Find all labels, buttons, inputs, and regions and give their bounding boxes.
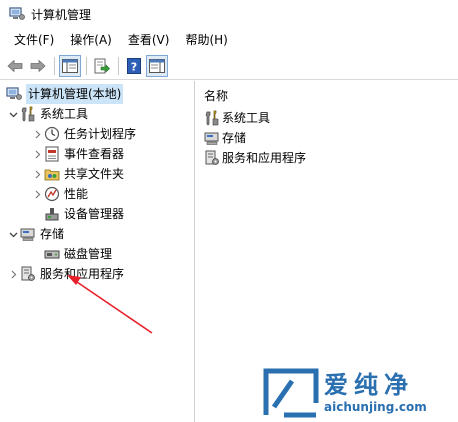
forward-button[interactable]	[27, 55, 49, 77]
tree-item-performance[interactable]: 性能	[30, 184, 88, 204]
chevron-down-icon[interactable]	[6, 104, 20, 124]
tree-item-services-and-applications[interactable]: 服务和应用程序	[6, 264, 124, 284]
computer-management-icon	[6, 87, 22, 100]
export-list-button[interactable]	[91, 55, 113, 77]
watermark-logo-icon	[263, 368, 319, 418]
tree-item-system-tools[interactable]: 系统工具	[6, 104, 88, 124]
column-header-name[interactable]: 名称	[204, 87, 228, 104]
toolbar-separator	[118, 56, 119, 75]
export-list-icon	[94, 58, 110, 73]
tree-item-label: 事件查看器	[64, 147, 125, 161]
chevron-down-icon[interactable]	[6, 224, 20, 244]
tree-item-task-scheduler[interactable]: 任务计划程序	[30, 124, 136, 144]
watermark-url: aichunjing.com	[324, 400, 427, 414]
services-icon	[21, 266, 35, 281]
tree-item-label: 存储	[40, 227, 65, 241]
storage-icon	[20, 228, 35, 241]
performance-icon	[44, 186, 60, 202]
back-button[interactable]	[4, 55, 26, 77]
toolbar-separator	[86, 56, 87, 75]
show-hide-console-tree-icon	[62, 58, 78, 73]
menu-action[interactable]: 操作(A)	[62, 30, 120, 50]
tree-item-label: 磁盘管理	[64, 247, 113, 261]
clock-icon	[44, 126, 60, 142]
watermark: 爱纯净 aichunjing.com	[262, 367, 454, 419]
title-bar: 计算机管理	[0, 0, 458, 28]
tree-item-label: 计算机管理(本地)	[26, 84, 124, 104]
help-button[interactable]: ?	[123, 55, 145, 77]
system-tools-icon	[205, 110, 219, 126]
list-item-label: 服务和应用程序	[222, 151, 307, 165]
menu-view[interactable]: 查看(V)	[120, 30, 178, 50]
tree-item-storage[interactable]: 存储	[6, 224, 64, 244]
system-tools-icon	[21, 106, 35, 122]
tree-item-shared-folders[interactable]: 共享文件夹	[30, 164, 124, 184]
show-hide-console-tree-button[interactable]	[59, 54, 81, 77]
window-title: 计算机管理	[31, 7, 92, 22]
services-icon	[205, 150, 219, 165]
computer-management-icon	[9, 7, 25, 20]
chevron-right-icon[interactable]	[6, 264, 20, 284]
list-item-label: 系统工具	[222, 111, 271, 125]
tree-item-label: 设备管理器	[64, 207, 125, 221]
tree-item-label: 性能	[64, 187, 89, 201]
tree-item-disk-management[interactable]: 磁盘管理	[44, 244, 112, 264]
console-tree: 计算机管理(本地) 系统工具 任务计划程序 事件查看器 共享文件夹 性能 设备管…	[0, 81, 195, 422]
event-viewer-icon	[45, 146, 59, 162]
chevron-right-icon[interactable]	[30, 164, 44, 184]
storage-icon	[204, 132, 219, 145]
menu-bar: 文件(F) 操作(A) 查看(V) 帮助(H)	[0, 30, 458, 50]
toolbar: ?	[0, 52, 458, 80]
help-icon: ?	[127, 57, 141, 74]
list-item-label: 存储	[222, 131, 247, 145]
tree-item-label: 共享文件夹	[64, 167, 125, 181]
back-arrow-icon	[7, 59, 23, 72]
tree-item-label: 服务和应用程序	[40, 267, 125, 281]
svg-text:?: ?	[131, 60, 137, 73]
menu-help[interactable]: 帮助(H)	[177, 30, 235, 50]
chevron-right-icon[interactable]	[30, 184, 44, 204]
list-item-storage[interactable]: 存储	[204, 128, 246, 148]
toolbar-separator	[54, 56, 55, 75]
tree-item-device-manager[interactable]: 设备管理器	[44, 204, 124, 224]
chevron-right-icon[interactable]	[30, 144, 44, 164]
show-hide-action-pane-button[interactable]	[146, 54, 168, 77]
tree-item-event-viewer[interactable]: 事件查看器	[30, 144, 124, 164]
shared-folder-icon	[44, 169, 60, 181]
tree-item-label: 任务计划程序	[64, 127, 137, 141]
tree-item-computer-management[interactable]: 计算机管理(本地)	[6, 84, 124, 104]
disk-management-icon	[44, 250, 60, 259]
menu-file[interactable]: 文件(F)	[6, 30, 62, 50]
show-hide-action-pane-icon	[149, 58, 165, 73]
chevron-right-icon[interactable]	[30, 124, 44, 144]
list-item-system-tools[interactable]: 系统工具	[204, 108, 270, 128]
watermark-text: 爱纯净	[324, 371, 414, 399]
tree-item-label: 系统工具	[40, 107, 89, 121]
device-manager-icon	[45, 208, 59, 221]
forward-arrow-icon	[30, 59, 46, 72]
list-item-services-and-applications[interactable]: 服务和应用程序	[204, 148, 306, 168]
